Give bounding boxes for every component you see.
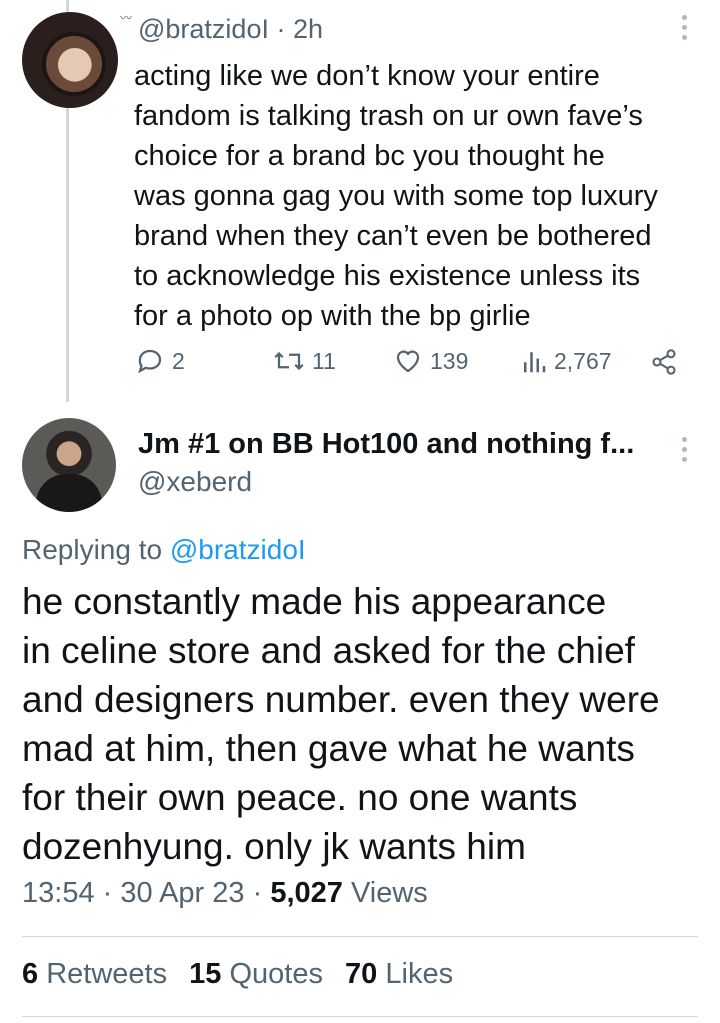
tweet-text: acting like we don’t know your entire fa… xyxy=(134,60,658,332)
share-button[interactable] xyxy=(650,348,678,376)
tweet-date[interactable]: 30 Apr 23 xyxy=(120,877,244,909)
more-icon[interactable] xyxy=(678,12,690,42)
tweet-header: @bratzidoI · 2h xyxy=(138,14,323,45)
retweet-icon xyxy=(274,351,304,371)
replying-handle-link[interactable]: @bratzidoI xyxy=(170,534,306,565)
quotes-count: 15 xyxy=(189,958,222,990)
reply-icon xyxy=(138,349,162,374)
tweet-time[interactable]: 2h xyxy=(293,14,323,44)
user-handle[interactable]: @bratzidoI xyxy=(138,14,269,44)
reply-button[interactable]: 2 xyxy=(134,346,185,376)
views-button[interactable]: 2,767 xyxy=(520,346,612,376)
tweet-text: he constantly made his appearance in cel… xyxy=(22,581,660,867)
views-count: 5,027 xyxy=(270,877,343,909)
likes-stat[interactable]: 70 Likes xyxy=(345,958,453,990)
separator: · xyxy=(252,877,263,909)
display-name[interactable]: Jm #1 on BB Hot100 and nothing f... xyxy=(138,428,634,461)
retweet-button[interactable]: 11 xyxy=(272,346,336,376)
views-label[interactable]: Views xyxy=(351,877,428,909)
views-icon xyxy=(524,352,546,373)
retweets-count: 6 xyxy=(22,958,39,990)
divider xyxy=(22,936,698,937)
reply-count: 2 xyxy=(172,347,185,374)
avatar[interactable] xyxy=(22,12,118,108)
replying-prefix: Replying to xyxy=(22,534,170,565)
like-count: 139 xyxy=(430,347,469,374)
tweet-meta: 13:54 · 30 Apr 23 · 5,027 Views xyxy=(22,877,428,910)
separator: · xyxy=(102,877,113,909)
tilde-mark: 〰 xyxy=(120,11,133,25)
engagement-stats: 6 Retweets 15 Quotes 70 Likes xyxy=(22,958,467,991)
more-icon[interactable] xyxy=(678,434,690,464)
like-button[interactable]: 139 xyxy=(392,346,468,376)
separator: · xyxy=(276,14,286,44)
like-icon xyxy=(396,350,420,373)
share-icon xyxy=(652,349,676,375)
retweet-count: 11 xyxy=(312,347,336,374)
divider xyxy=(22,1016,698,1017)
likes-label: Likes xyxy=(385,958,454,990)
tweet-actions: 2 11 139 2,767 xyxy=(0,342,720,382)
quotes-label: Quotes xyxy=(229,958,323,990)
tweet-time[interactable]: 13:54 xyxy=(22,877,95,909)
replying-to: Replying to @bratzidoI xyxy=(22,534,306,566)
avatar[interactable] xyxy=(22,418,116,512)
retweets-label: Retweets xyxy=(46,958,168,990)
user-handle[interactable]: @xeberd xyxy=(138,466,252,498)
views-count: 2,767 xyxy=(554,347,612,374)
retweets-stat[interactable]: 6 Retweets xyxy=(22,958,167,990)
quotes-stat[interactable]: 15 Quotes xyxy=(189,958,323,990)
likes-count: 70 xyxy=(345,958,378,990)
